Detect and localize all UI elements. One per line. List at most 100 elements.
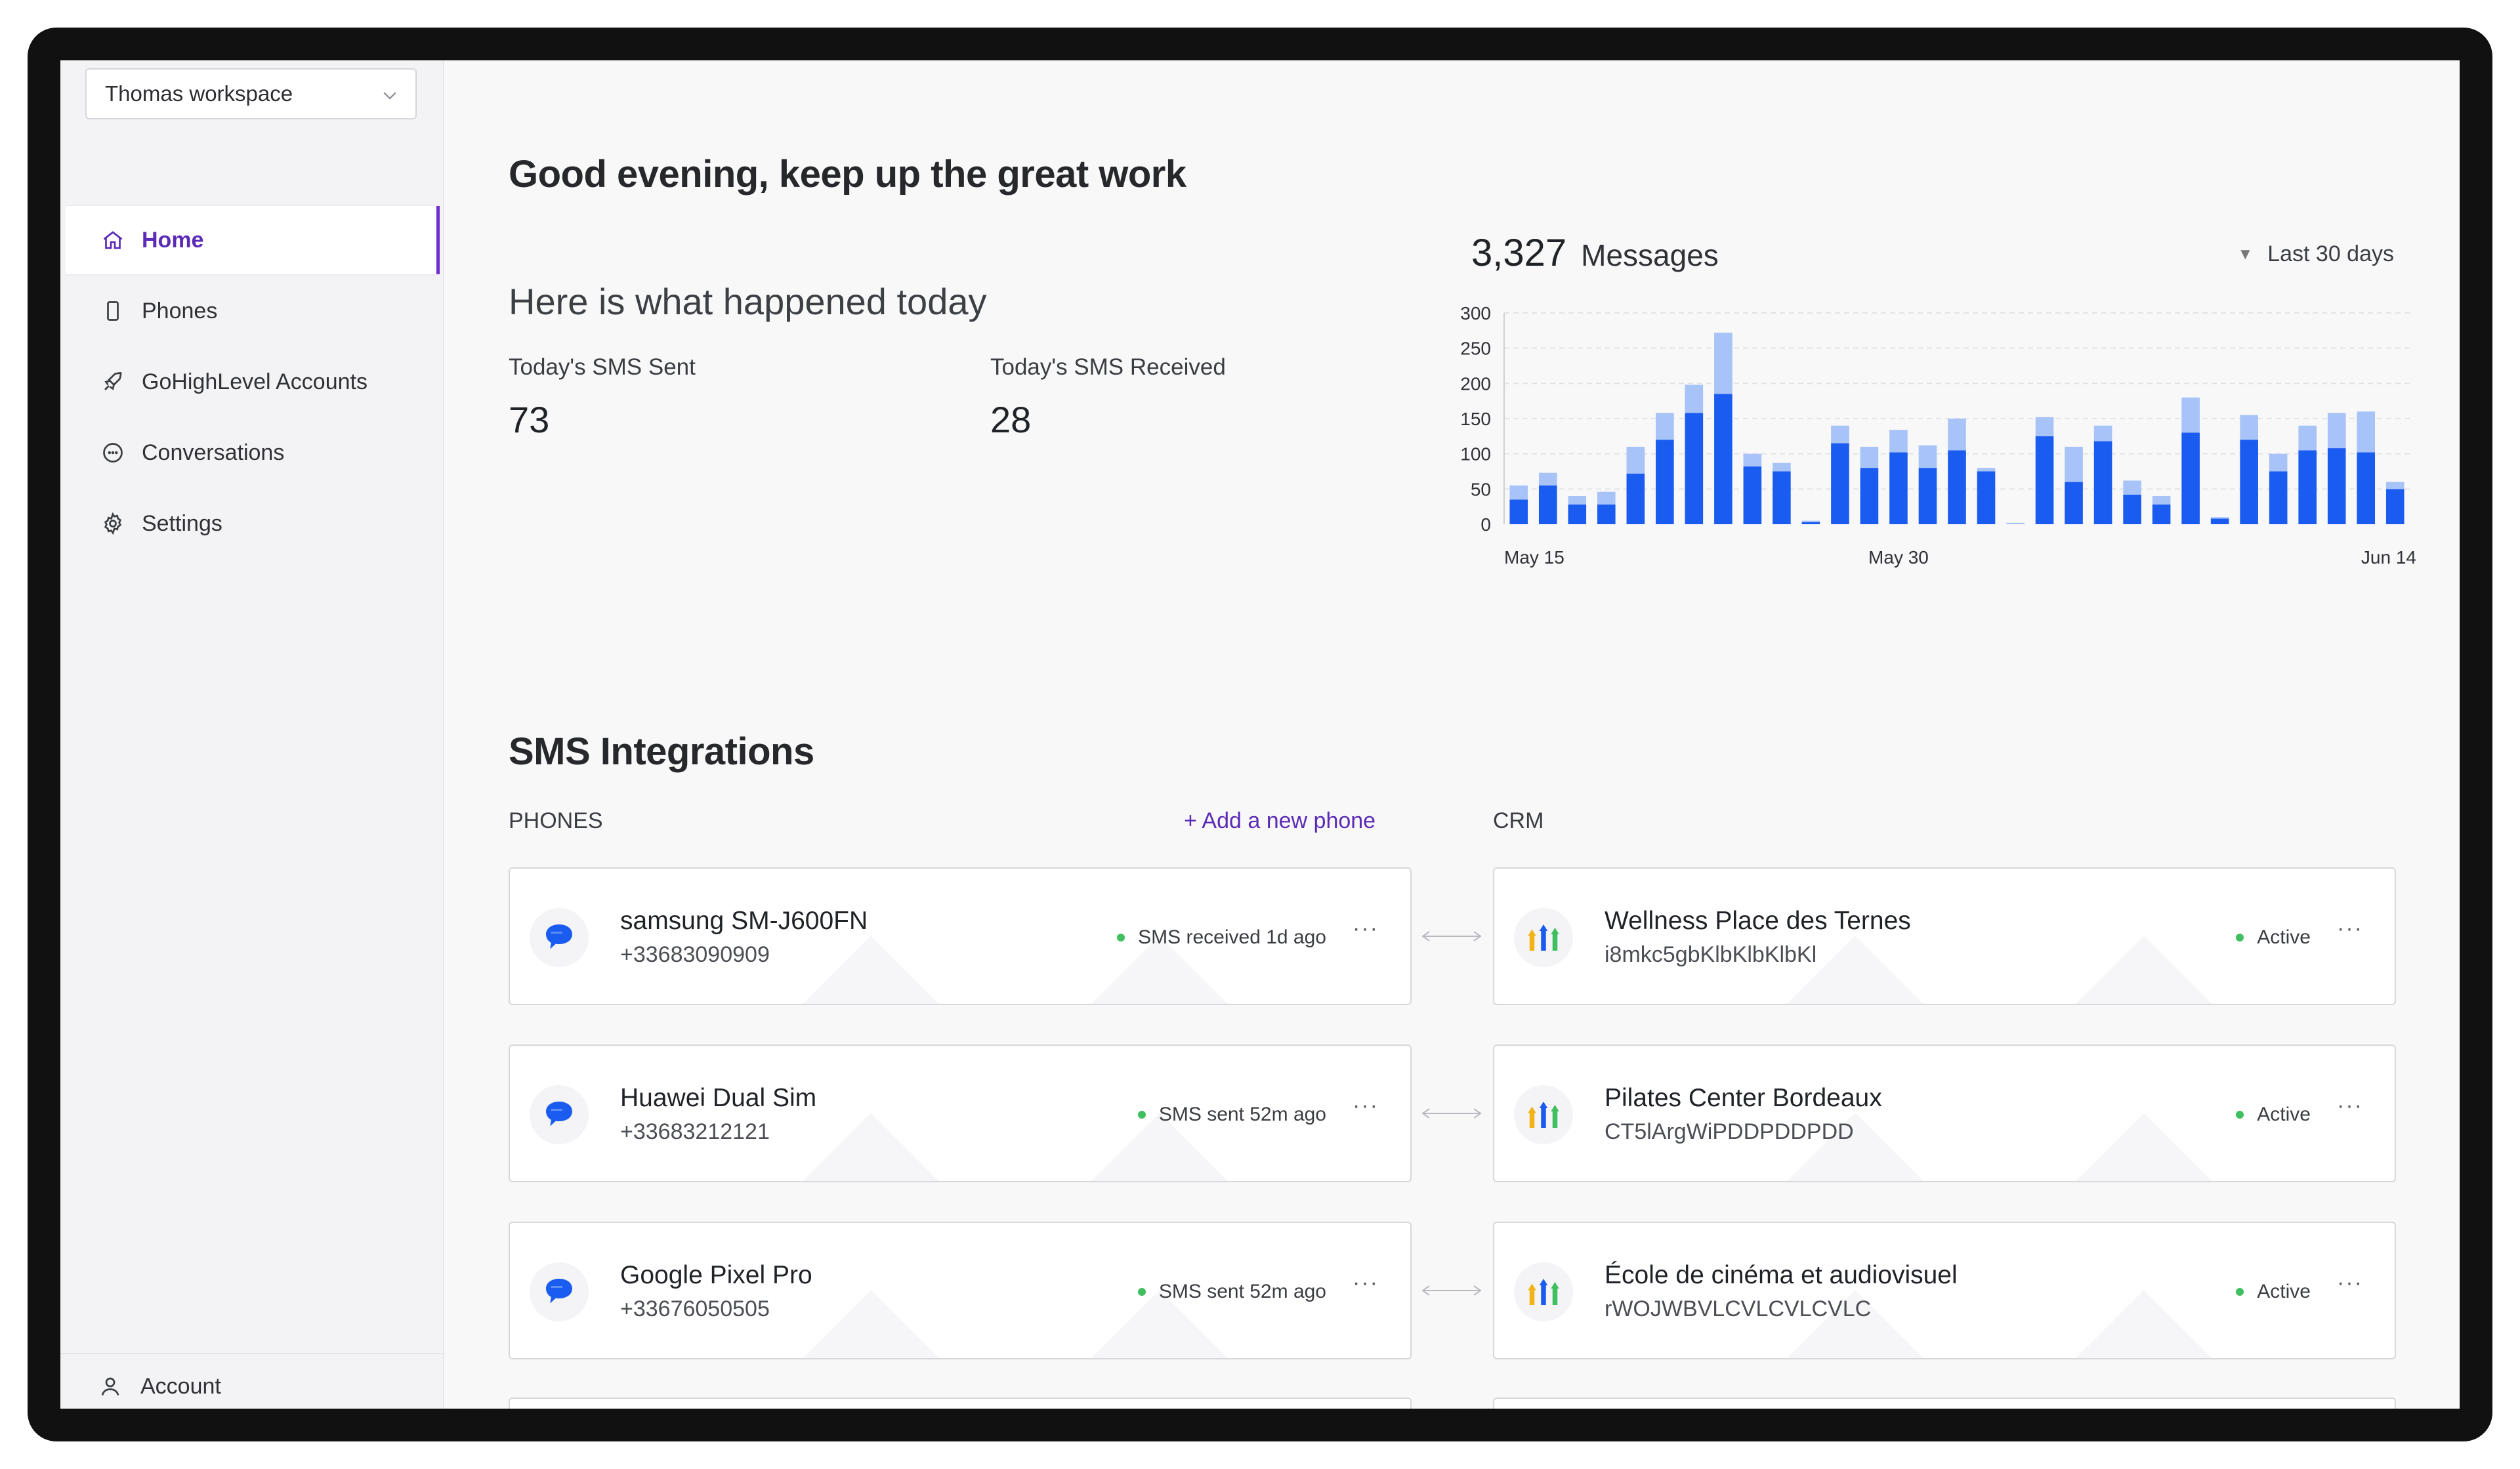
more-options-button[interactable]: ··· — [2337, 1270, 2363, 1296]
card-decoration — [750, 1290, 992, 1358]
bar-secondary — [1860, 446, 1879, 468]
today-heading: Here is what happened today — [509, 281, 987, 322]
sidebar-item-label: Conversations — [142, 440, 285, 465]
phone-number: +33683090909 — [620, 942, 770, 967]
sms-sent-label: Today's SMS Sent — [509, 354, 696, 380]
sidebar-item-phones[interactable]: Phones — [60, 276, 444, 346]
bar-secondary — [2240, 415, 2258, 440]
bar-primary — [1626, 473, 1645, 524]
status-badge: SMS sent 52m ago — [1137, 1104, 1326, 1126]
bar-secondary — [2093, 425, 2112, 442]
bar-primary — [1977, 471, 1996, 524]
x-tick-label: May 15 — [1504, 547, 1564, 568]
crm-card[interactable]: Pilates Center Bordeaux CT5lArgWiPDDPDDP… — [1493, 1045, 2396, 1182]
bar-secondary — [1714, 333, 1732, 394]
message-bubble-icon — [530, 908, 589, 967]
bar-secondary — [2123, 480, 2141, 495]
more-options-button[interactable]: ··· — [1353, 1093, 1379, 1119]
crm-card[interactable]: École de cinéma et audiovisuel rWOJWBVLC… — [1493, 1222, 2396, 1359]
bar-secondary — [1656, 413, 1674, 440]
bar-secondary — [1977, 468, 1996, 472]
sidebar-item-label: GoHighLevel Accounts — [142, 369, 368, 394]
bar-secondary — [2006, 522, 2025, 524]
bar-primary — [1773, 471, 1791, 524]
crm-id: i8mkc5gbKlbKlbKlbKl — [1605, 942, 1817, 967]
bar-primary — [1656, 440, 1674, 524]
sidebar-item-label: Home — [142, 227, 204, 253]
sidebar-item-label: Settings — [142, 510, 222, 536]
crm-name: École de cinéma et audiovisuel — [1605, 1261, 1958, 1289]
sms-sent-value: 73 — [509, 399, 550, 440]
phone-card[interactable]: Google Pixel Pro +33676050505 SMS sent 5… — [509, 1222, 1412, 1359]
status-text: Active — [2257, 1104, 2311, 1125]
bar-primary — [1889, 452, 1908, 524]
sidebar-item-account[interactable]: Account — [60, 1353, 444, 1409]
triangle-down-icon: ▼ — [2237, 245, 2254, 263]
bar-secondary — [1948, 419, 1966, 451]
bar-primary — [2385, 489, 2404, 524]
bar-secondary — [2298, 425, 2317, 451]
chevron-down-icon — [383, 92, 396, 100]
more-options-button[interactable]: ··· — [2337, 916, 2363, 941]
bar-primary — [2269, 471, 2288, 524]
bar-primary — [2035, 436, 2054, 524]
sidebar-item-home[interactable]: Home — [66, 205, 440, 276]
link-arrow-icon — [1421, 931, 1482, 941]
bar-secondary — [1889, 430, 1908, 453]
bar-primary — [1831, 443, 1849, 524]
y-tick-label: 300 — [1460, 303, 1491, 323]
bar-secondary — [1918, 445, 1937, 468]
sidebar-item-label: Phones — [142, 298, 218, 323]
bar-secondary — [1538, 472, 1557, 486]
y-tick-label: 200 — [1460, 373, 1491, 394]
y-tick-label: 0 — [1480, 514, 1491, 535]
crm-card[interactable]: Wellness Place des Ternes i8mkc5gbKlbKlb… — [1493, 867, 2396, 1005]
x-tick-label: May 30 — [1868, 547, 1929, 568]
bar-secondary — [1568, 496, 1587, 505]
page-title: Good evening, keep up the great work — [509, 153, 1186, 196]
bar-secondary — [1509, 485, 1528, 500]
phone-number: +33683212121 — [620, 1119, 770, 1144]
bar-secondary — [2152, 496, 2171, 505]
workspace-selector[interactable]: Thomas workspace — [85, 68, 417, 119]
more-options-button[interactable]: ··· — [1353, 916, 1379, 941]
status-badge: Active — [2236, 926, 2311, 949]
phone-card[interactable] — [509, 1397, 1412, 1409]
crm-id: rWOJWBVLCVLCVLCVLC — [1605, 1296, 1872, 1321]
add-phone-link[interactable]: + Add a new phone — [1184, 808, 1376, 834]
card-decoration — [2023, 1290, 2265, 1358]
bar-secondary — [1597, 491, 1616, 505]
section-title: SMS Integrations — [509, 730, 814, 773]
phone-card[interactable]: Huawei Dual Sim +33683212121 SMS sent 52… — [509, 1045, 1412, 1182]
bar-secondary — [1831, 425, 1849, 444]
y-tick-label: 150 — [1460, 409, 1491, 429]
status-badge: Active — [2236, 1104, 2311, 1126]
sms-received-label: Today's SMS Received — [990, 354, 1226, 380]
workspace-name: Thomas workspace — [105, 81, 293, 106]
sidebar-item-settings[interactable]: Settings — [60, 488, 444, 559]
phone-card[interactable]: samsung SM-J600FN +33683090909 SMS recei… — [509, 867, 1412, 1005]
bar-primary — [1714, 394, 1732, 524]
status-dot-icon — [1137, 1111, 1146, 1119]
more-options-button[interactable]: ··· — [1353, 1270, 1379, 1296]
bar-primary — [1860, 468, 1879, 524]
sidebar-item-conversations[interactable]: Conversations — [60, 417, 444, 488]
bar-primary — [1568, 504, 1587, 524]
date-range-dropdown[interactable]: ▼ Last 30 days — [2237, 241, 2394, 267]
bar-secondary — [2065, 446, 2083, 482]
sms-received-value: 28 — [990, 399, 1032, 440]
status-dot-icon — [1117, 934, 1125, 941]
phone-icon — [107, 301, 119, 321]
bar-primary — [2065, 482, 2083, 524]
crm-card[interactable] — [1493, 1397, 2396, 1409]
message-bubble-icon — [530, 1085, 589, 1144]
rocket-icon — [104, 372, 122, 390]
bar-primary — [1918, 468, 1937, 524]
messages-chart: 0 50 100 150 200 250 300 May 15 May 30 Jun 14 — [1460, 303, 2416, 568]
bar-secondary — [2327, 413, 2346, 449]
sidebar-item-gohighlevel-accounts[interactable]: GoHighLevel Accounts — [60, 346, 444, 417]
more-options-button[interactable]: ··· — [2337, 1093, 2363, 1119]
bar-secondary — [1801, 520, 1820, 522]
phone-name: Google Pixel Pro — [620, 1261, 812, 1289]
messages-label: Messages — [1581, 238, 1719, 272]
